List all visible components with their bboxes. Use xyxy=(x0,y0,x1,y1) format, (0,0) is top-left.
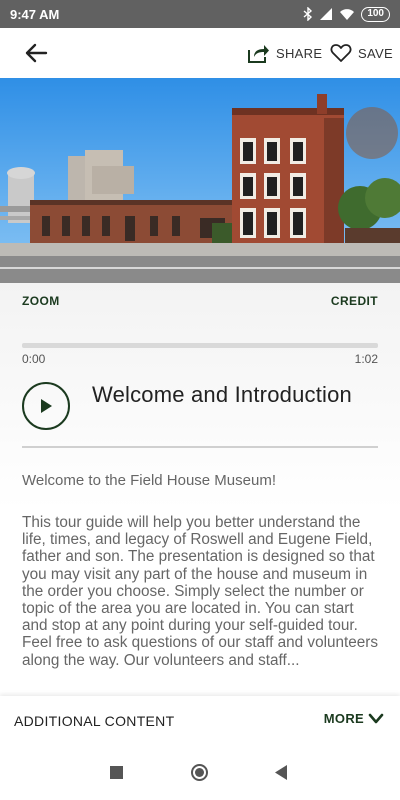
more-label: MORE xyxy=(323,711,364,726)
heart-icon xyxy=(330,44,352,62)
status-icons: 100 xyxy=(303,6,390,22)
system-navigation-bar xyxy=(0,746,400,800)
zoom-button[interactable]: ZOOM xyxy=(22,294,60,308)
system-back-button[interactable] xyxy=(274,764,288,781)
share-label: SHARE xyxy=(276,45,323,61)
save-label: SAVE xyxy=(358,45,393,61)
home-button[interactable] xyxy=(190,763,209,782)
share-icon xyxy=(248,45,269,63)
chevron-down-icon xyxy=(368,713,384,723)
museum-photo[interactable] xyxy=(0,78,400,283)
credit-button[interactable]: CREDIT xyxy=(331,294,378,308)
status-bar: 9:47 AM 100 xyxy=(0,0,400,28)
track-title: Welcome and Introduction xyxy=(92,382,352,407)
divider xyxy=(22,446,378,448)
battery-indicator: 100 xyxy=(361,6,390,22)
more-button[interactable]: MORE xyxy=(324,711,384,726)
status-time: 9:47 AM xyxy=(10,6,60,22)
save-button[interactable]: SAVE xyxy=(330,38,393,68)
museum-photo-illustration xyxy=(0,78,400,283)
additional-content-label: ADDITIONAL CONTENT xyxy=(14,713,175,729)
welcome-text: Welcome to the Field House Museum! xyxy=(22,472,276,489)
arrow-left-icon xyxy=(25,43,48,63)
top-toolbar: SHARE SAVE xyxy=(0,28,400,78)
bluetooth-icon xyxy=(303,7,313,21)
wifi-icon xyxy=(340,9,355,20)
current-time: 0:00 xyxy=(22,352,46,366)
play-icon xyxy=(41,399,52,413)
recents-button[interactable] xyxy=(110,766,123,779)
additional-content-bar[interactable]: ADDITIONAL CONTENT MORE xyxy=(0,696,400,746)
duration: 1:02 xyxy=(354,352,378,366)
back-button[interactable] xyxy=(22,40,50,66)
play-button[interactable] xyxy=(22,382,70,430)
signal-icon xyxy=(320,8,333,20)
share-button[interactable]: SHARE xyxy=(246,38,322,68)
audio-progress-bar[interactable] xyxy=(22,343,378,348)
